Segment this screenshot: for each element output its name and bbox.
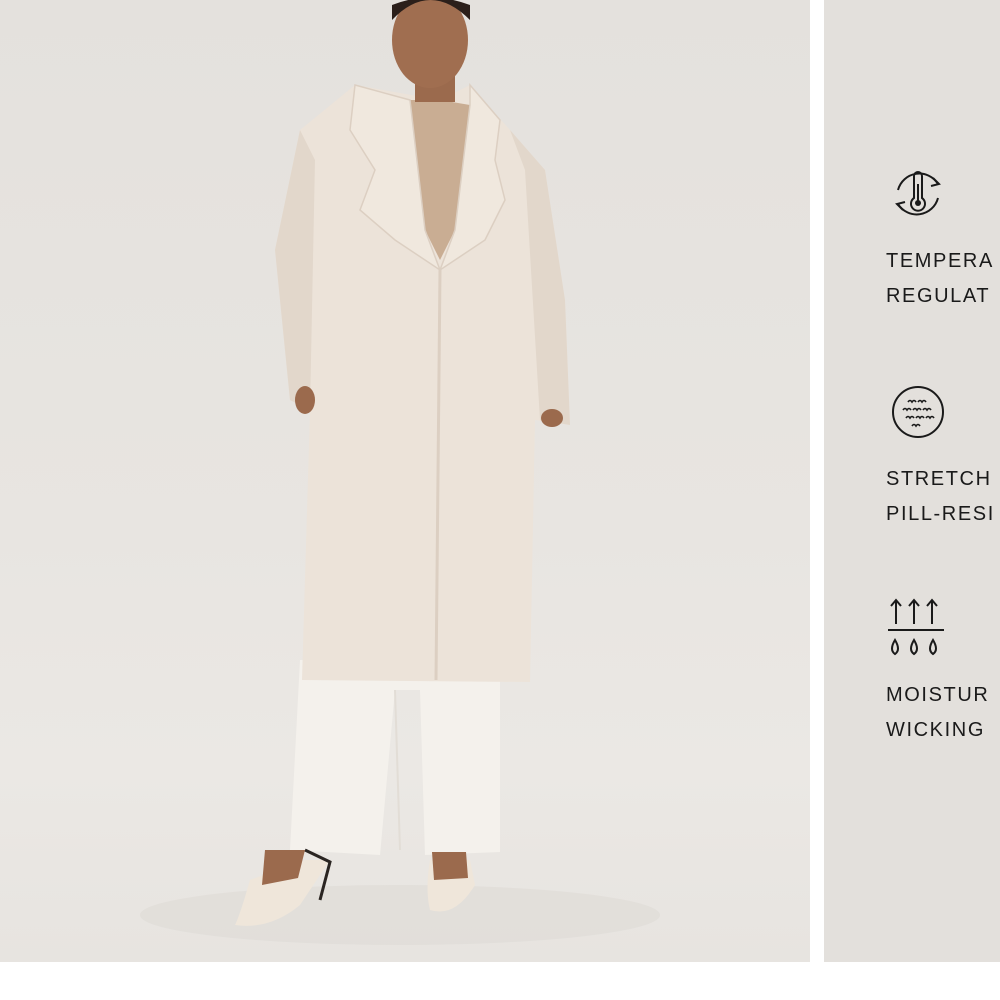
product-image[interactable] — [0, 0, 810, 962]
stretch-fabric-icon — [892, 386, 944, 438]
feature-label: MOISTUR WICKING — [886, 684, 990, 741]
thermometer-cycle-icon — [895, 171, 941, 216]
features-panel: TEMPERA REGULAT STRETCH PILL-RESI MOISTU… — [824, 0, 1000, 962]
feature-moisture-wicking: MOISTUR WICKING — [886, 596, 1000, 748]
feature-temperature-regulating: TEMPERA REGULAT — [886, 162, 1000, 314]
model-illustration — [140, 0, 660, 945]
moisture-wicking-icon — [888, 598, 944, 656]
feature-stretch-pill-resistant: STRETCH PILL-RESI — [886, 380, 1000, 532]
feature-label: TEMPERA REGULAT — [886, 250, 994, 307]
feature-label: STRETCH PILL-RESI — [886, 468, 995, 525]
